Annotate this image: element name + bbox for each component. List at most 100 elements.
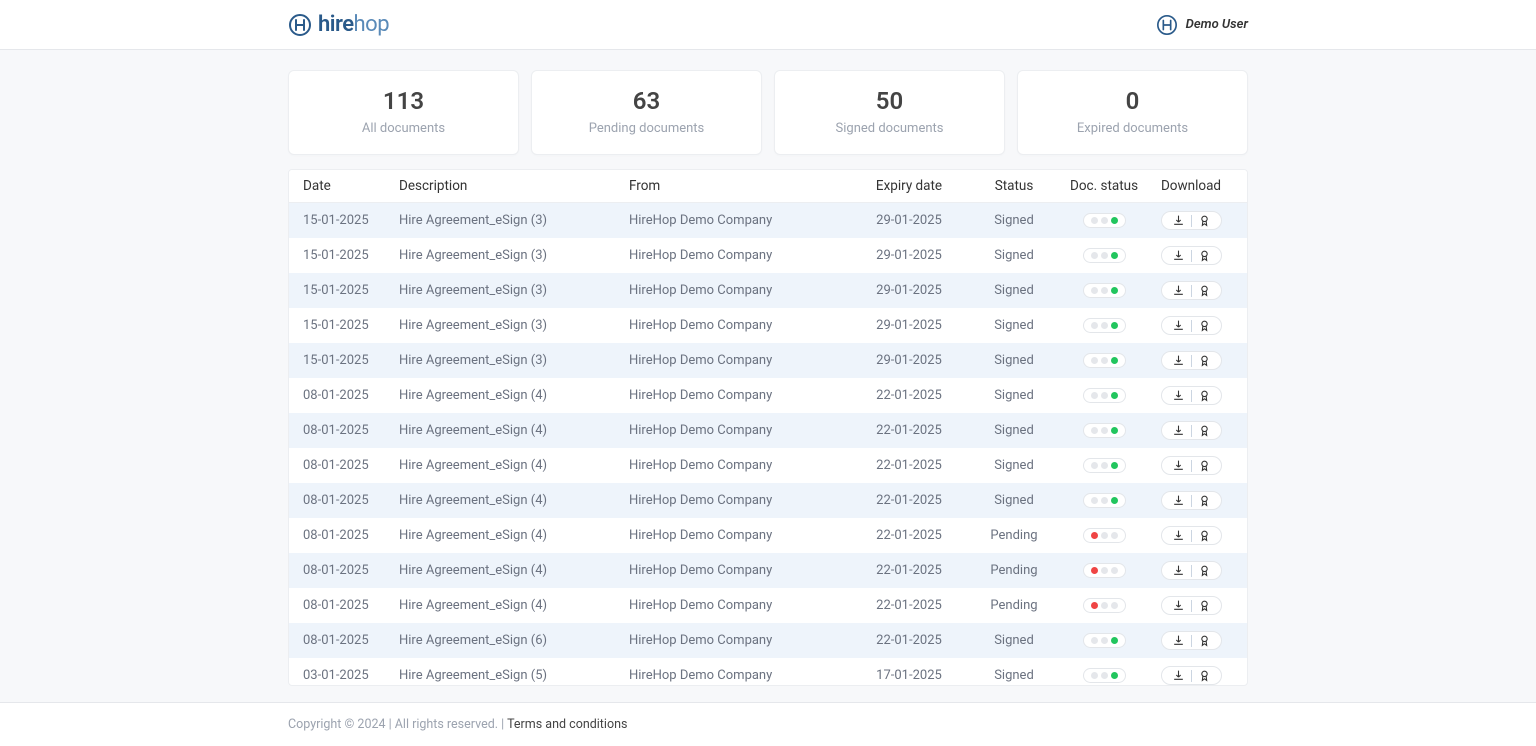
cell-description: Hire Agreement_eSign (5) (399, 668, 629, 683)
cell-description: Hire Agreement_eSign (4) (399, 493, 629, 508)
download-button[interactable] (1161, 386, 1222, 405)
cell-docstatus (1059, 598, 1149, 613)
table-row[interactable]: 15-01-2025 Hire Agreement_eSign (3) Hire… (289, 308, 1247, 343)
certificate-icon (1198, 354, 1211, 367)
certificate-icon (1198, 529, 1211, 542)
col-header-from[interactable]: From (629, 178, 849, 194)
status-dots (1083, 318, 1126, 333)
user-menu[interactable]: Demo User (1156, 14, 1248, 36)
cell-status: Signed (969, 388, 1059, 403)
cell-date: 15-01-2025 (303, 213, 399, 228)
cell-docstatus (1059, 493, 1149, 508)
table-row[interactable]: 08-01-2025 Hire Agreement_eSign (4) Hire… (289, 413, 1247, 448)
user-avatar-icon (1156, 14, 1178, 36)
table-row[interactable]: 08-01-2025 Hire Agreement_eSign (6) Hire… (289, 623, 1247, 658)
table-row[interactable]: 15-01-2025 Hire Agreement_eSign (3) Hire… (289, 238, 1247, 273)
cell-description: Hire Agreement_eSign (4) (399, 528, 629, 543)
download-icon (1172, 389, 1185, 402)
cell-description: Hire Agreement_eSign (3) (399, 213, 629, 228)
brand-logo[interactable]: hirehop (288, 12, 389, 37)
cell-from: HireHop Demo Company (629, 458, 849, 473)
cell-expiry: 29-01-2025 (849, 248, 969, 263)
download-button[interactable] (1161, 211, 1222, 230)
cell-date: 08-01-2025 (303, 493, 399, 508)
col-header-status[interactable]: Status (969, 178, 1059, 194)
col-header-download[interactable]: Download (1149, 178, 1233, 194)
cell-expiry: 22-01-2025 (849, 458, 969, 473)
cell-docstatus (1059, 423, 1149, 438)
table-row[interactable]: 15-01-2025 Hire Agreement_eSign (3) Hire… (289, 203, 1247, 238)
certificate-icon (1198, 634, 1211, 647)
status-dots (1083, 633, 1126, 648)
stat-card[interactable]: 113 All documents (288, 70, 519, 155)
cell-expiry: 29-01-2025 (849, 213, 969, 228)
cell-date: 08-01-2025 (303, 458, 399, 473)
table-row[interactable]: 03-01-2025 Hire Agreement_eSign (5) Hire… (289, 658, 1247, 685)
cell-expiry: 22-01-2025 (849, 388, 969, 403)
table-row[interactable]: 08-01-2025 Hire Agreement_eSign (4) Hire… (289, 448, 1247, 483)
download-icon (1172, 564, 1185, 577)
cell-status: Signed (969, 458, 1059, 473)
status-dots (1083, 423, 1126, 438)
table-row[interactable]: 08-01-2025 Hire Agreement_eSign (4) Hire… (289, 518, 1247, 553)
certificate-icon (1198, 494, 1211, 507)
table-row[interactable]: 08-01-2025 Hire Agreement_eSign (4) Hire… (289, 553, 1247, 588)
download-button[interactable] (1161, 421, 1222, 440)
cell-docstatus (1059, 528, 1149, 543)
cell-status: Signed (969, 633, 1059, 648)
cell-status: Signed (969, 248, 1059, 263)
download-icon (1172, 669, 1185, 682)
cell-description: Hire Agreement_eSign (4) (399, 458, 629, 473)
status-dots (1083, 458, 1126, 473)
cell-status: Signed (969, 668, 1059, 683)
cell-date: 15-01-2025 (303, 353, 399, 368)
download-button[interactable] (1161, 491, 1222, 510)
table-body[interactable]: 15-01-2025 Hire Agreement_eSign (3) Hire… (289, 203, 1247, 685)
table-row[interactable]: 08-01-2025 Hire Agreement_eSign (4) Hire… (289, 378, 1247, 413)
cell-date: 15-01-2025 (303, 248, 399, 263)
col-header-docstatus[interactable]: Doc. status (1059, 178, 1149, 194)
col-header-description[interactable]: Description (399, 178, 629, 194)
download-button[interactable] (1161, 526, 1222, 545)
stat-value: 63 (542, 87, 751, 115)
cell-docstatus (1059, 248, 1149, 263)
stat-label: Signed documents (785, 121, 994, 136)
cell-docstatus (1059, 353, 1149, 368)
download-button[interactable] (1161, 596, 1222, 615)
cell-docstatus (1059, 388, 1149, 403)
stat-card[interactable]: 0 Expired documents (1017, 70, 1248, 155)
download-button[interactable] (1161, 666, 1222, 685)
download-button[interactable] (1161, 456, 1222, 475)
cell-expiry: 29-01-2025 (849, 318, 969, 333)
status-dots (1083, 493, 1126, 508)
status-dots (1083, 283, 1126, 298)
cell-docstatus (1059, 668, 1149, 683)
download-icon (1172, 354, 1185, 367)
status-dots (1083, 528, 1126, 543)
table-header: Date Description From Expiry date Status… (289, 170, 1247, 203)
download-icon (1172, 494, 1185, 507)
download-icon (1172, 424, 1185, 437)
cell-expiry: 22-01-2025 (849, 493, 969, 508)
stat-card[interactable]: 63 Pending documents (531, 70, 762, 155)
cell-description: Hire Agreement_eSign (3) (399, 318, 629, 333)
col-header-expiry[interactable]: Expiry date (849, 178, 969, 194)
stat-card[interactable]: 50 Signed documents (774, 70, 1005, 155)
status-dots (1083, 388, 1126, 403)
download-button[interactable] (1161, 246, 1222, 265)
download-button[interactable] (1161, 561, 1222, 580)
table-row[interactable]: 15-01-2025 Hire Agreement_eSign (3) Hire… (289, 343, 1247, 378)
table-row[interactable]: 15-01-2025 Hire Agreement_eSign (3) Hire… (289, 273, 1247, 308)
download-button[interactable] (1161, 281, 1222, 300)
table-row[interactable]: 08-01-2025 Hire Agreement_eSign (4) Hire… (289, 483, 1247, 518)
download-button[interactable] (1161, 351, 1222, 370)
cell-docstatus (1059, 458, 1149, 473)
table-row[interactable]: 08-01-2025 Hire Agreement_eSign (4) Hire… (289, 588, 1247, 623)
stat-value: 50 (785, 87, 994, 115)
cell-description: Hire Agreement_eSign (6) (399, 633, 629, 648)
download-button[interactable] (1161, 631, 1222, 650)
cell-expiry: 29-01-2025 (849, 283, 969, 298)
download-button[interactable] (1161, 316, 1222, 335)
col-header-date[interactable]: Date (303, 178, 399, 194)
cell-from: HireHop Demo Company (629, 248, 849, 263)
